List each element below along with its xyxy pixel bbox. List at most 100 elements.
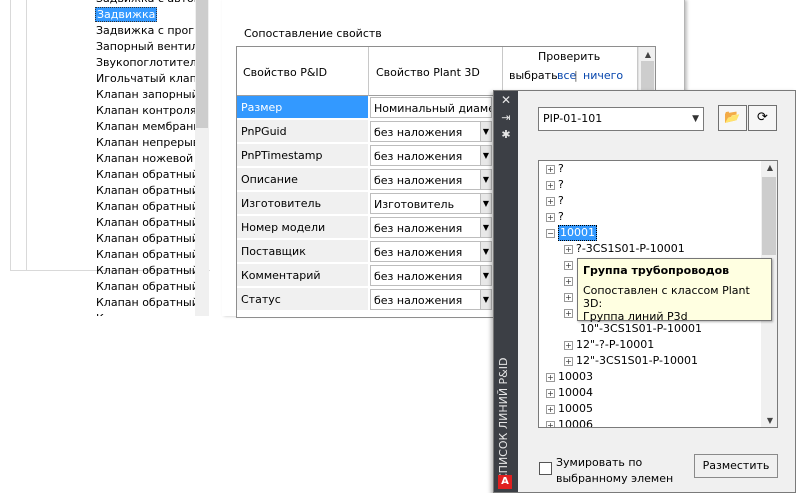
scroll-down-arrow-icon[interactable]: ▼ [767, 416, 773, 425]
list-item[interactable]: Задвижка с програ [95, 23, 195, 39]
scroll-up-arrow-icon[interactable]: ▲ [645, 50, 651, 59]
tree-node-label: ? [558, 194, 564, 207]
drawing-select[interactable]: PIP-01-101 ▼ [538, 107, 704, 131]
list-item[interactable]: Клапан обратный [95, 295, 195, 311]
plant-property-value: без наложения [374, 294, 463, 307]
column-header-plant[interactable]: Свойство Plant 3D [369, 47, 503, 96]
chevron-down-icon[interactable]: ▼ [480, 266, 491, 285]
chevron-down-icon[interactable]: ▼ [480, 122, 491, 141]
zoom-to-selected-checkbox[interactable] [539, 462, 552, 475]
chevron-down-icon[interactable]: ▼ [480, 218, 491, 237]
zoom-to-selected-label: Зумировать по выбранному элемен [556, 455, 686, 487]
list-item-label: Клапан обратный [96, 296, 195, 309]
settings-icon[interactable]: ✱ [500, 129, 512, 141]
list-item[interactable]: Задвижка [95, 7, 195, 23]
pid-property-cell[interactable]: Описание [237, 168, 368, 191]
list-item-label: Клапан непрерыв [96, 136, 195, 149]
expand-icon[interactable]: + [564, 277, 573, 286]
list-item[interactable]: Звукопоглотитель [95, 55, 195, 71]
expand-icon[interactable]: + [546, 181, 555, 190]
chevron-down-icon[interactable]: ▼ [480, 146, 491, 165]
list-item-label: Клапан запорный [96, 88, 195, 101]
expand-icon[interactable]: + [546, 165, 555, 174]
expand-icon[interactable]: + [546, 197, 555, 206]
pin-icon[interactable]: ⇥ [500, 112, 512, 124]
plant-property-select[interactable]: без наложения ▼ [370, 169, 492, 190]
list-item-label: Клапан обратный [96, 248, 195, 261]
column-header-pid-label: Свойство P&ID [243, 66, 328, 79]
plant-property-select[interactable]: без наложения ▼ [370, 217, 492, 238]
expand-icon[interactable]: + [564, 357, 573, 366]
list-item[interactable]: Клапан контроля г [95, 103, 195, 119]
scroll-up-arrow-icon[interactable]: ▲ [767, 163, 773, 172]
grid-scroll-thumb[interactable] [641, 61, 654, 91]
pid-property-cell[interactable]: Изготовитель [237, 192, 368, 215]
list-item-label: Звукопоглотитель [96, 56, 195, 69]
plant-property-select[interactable]: без наложения ▼ [370, 241, 492, 262]
drawing-select-value: PIP-01-101 [543, 112, 603, 125]
expand-icon[interactable]: + [546, 389, 555, 398]
chevron-down-icon[interactable]: ▼ [480, 242, 491, 261]
list-item[interactable]: Клапан обратный [95, 199, 195, 215]
place-button[interactable]: Разместить [694, 454, 778, 478]
list-item[interactable]: Клапан обратный [95, 247, 195, 263]
list-item[interactable]: Клапан непрерыв [95, 135, 195, 151]
pid-property-cell[interactable]: Статус [237, 288, 368, 311]
list-item[interactable]: Клапан ножевой [95, 151, 195, 167]
column-header-pid[interactable]: Свойство P&ID [237, 47, 369, 96]
pid-property-cell[interactable]: Поставщик [237, 240, 368, 263]
expand-icon[interactable]: + [564, 341, 573, 350]
plant-property-select[interactable]: без наложения ▼ [370, 121, 492, 142]
list-item[interactable]: Клапан обратный [95, 231, 195, 247]
chevron-down-icon[interactable]: ▼ [480, 290, 491, 309]
autocad-logo-icon[interactable]: A [498, 475, 512, 489]
left-list-scroll-thumb[interactable] [196, 0, 208, 128]
list-item[interactable]: Клапан обратный [95, 183, 195, 199]
tree-scroll-thumb[interactable] [762, 177, 776, 255]
expand-icon[interactable]: + [564, 245, 573, 254]
chevron-down-icon[interactable]: ▼ [480, 194, 491, 213]
column-header-plant-label: Свойство Plant 3D [376, 66, 480, 79]
tree-node-label: 12"-3CS1S01-P-10001 [576, 354, 698, 367]
pid-property-cell[interactable]: Комментарий [237, 264, 368, 287]
chevron-down-icon[interactable]: ▼ [480, 170, 491, 189]
list-item-label: Клапан обратный [96, 232, 195, 245]
list-item[interactable]: Клапан обратный [95, 215, 195, 231]
close-icon[interactable]: ✕ [500, 94, 512, 106]
expand-icon[interactable]: + [546, 405, 555, 414]
list-item-label: Клапан [95, 312, 140, 316]
expand-icon[interactable]: + [564, 293, 573, 302]
select-none-link[interactable]: ничего [583, 69, 623, 82]
list-item[interactable]: Игольчатый клапан [95, 71, 195, 87]
folder-open-icon: 📂 [724, 110, 741, 125]
list-item-label: Клапан обратный [96, 216, 195, 229]
list-item[interactable]: Клапан обратный [95, 167, 195, 183]
list-item[interactable]: Клапан запорный [95, 87, 195, 103]
list-item[interactable]: Клапан обратный [95, 263, 195, 279]
expand-icon[interactable]: + [546, 373, 555, 382]
list-item-label: Клапан обратный [96, 184, 195, 197]
collapse-icon[interactable]: − [546, 229, 555, 238]
zoom-label-line: Зумировать по [556, 456, 643, 469]
plant-property-select[interactable]: Номинальный диаметр [370, 97, 492, 118]
pid-property-cell[interactable]: Размер [237, 96, 368, 119]
expand-icon[interactable]: + [546, 213, 555, 222]
plant-property-select[interactable]: без наложения ▼ [370, 145, 492, 166]
list-item[interactable]: Задвижка с автом [95, 0, 195, 7]
plant-property-select[interactable]: без наложения ▼ [370, 289, 492, 310]
pid-property-cell[interactable]: PnPGuid [237, 120, 368, 143]
list-item[interactable]: Клапан мембранн [95, 119, 195, 135]
open-folder-button[interactable]: 📂 [718, 105, 747, 131]
list-item[interactable]: Клапан [95, 311, 195, 316]
expand-icon[interactable]: + [546, 421, 555, 427]
expand-icon[interactable]: + [564, 261, 573, 270]
list-item[interactable]: Клапан обратный [95, 279, 195, 295]
tree-node-label: 12"-?-P-10001 [576, 338, 655, 351]
plant-property-select[interactable]: Изготовитель ▼ [370, 193, 492, 214]
refresh-button[interactable]: ⟳ [748, 105, 777, 131]
pid-property-cell[interactable]: Номер модели [237, 216, 368, 239]
expand-icon[interactable]: + [564, 309, 573, 318]
pid-property-cell[interactable]: PnPTimestamp [237, 144, 368, 167]
plant-property-select[interactable]: без наложения ▼ [370, 265, 492, 286]
list-item[interactable]: Запорный вентиль [95, 39, 195, 55]
